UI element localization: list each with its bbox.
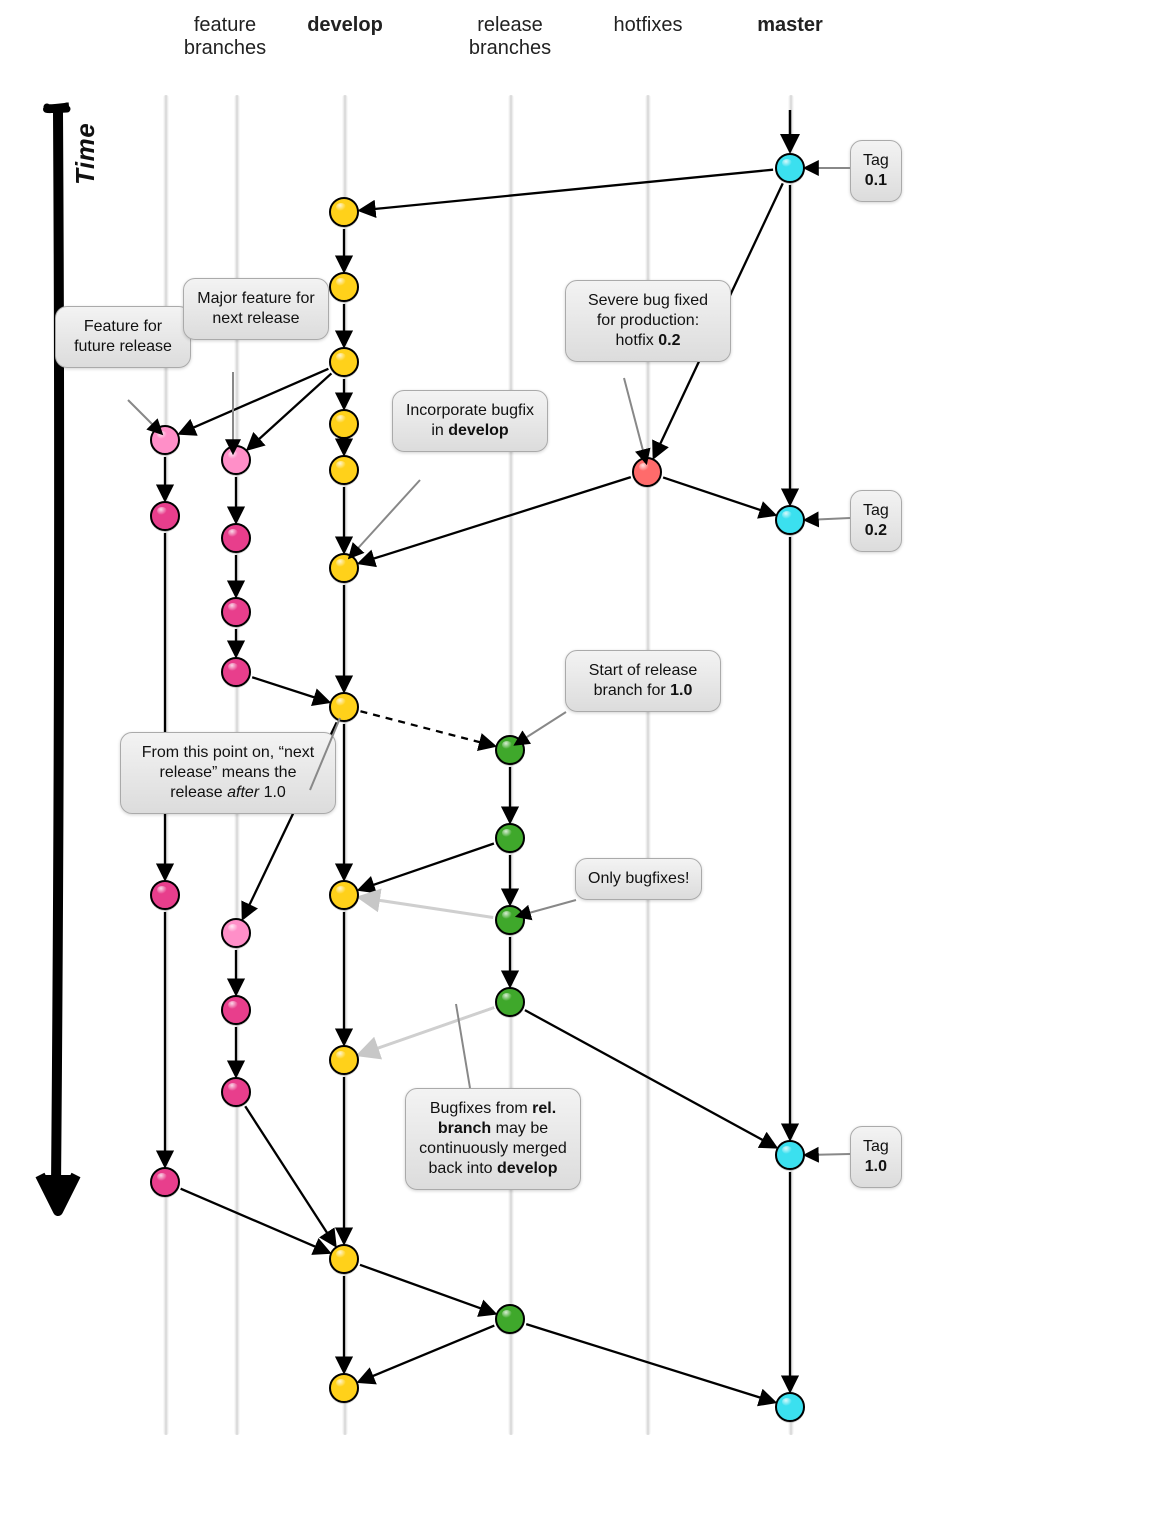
gitflow-diagram: featurebranches develop releasebranches … [0,0,1150,1524]
callout-tails [0,0,1150,1524]
